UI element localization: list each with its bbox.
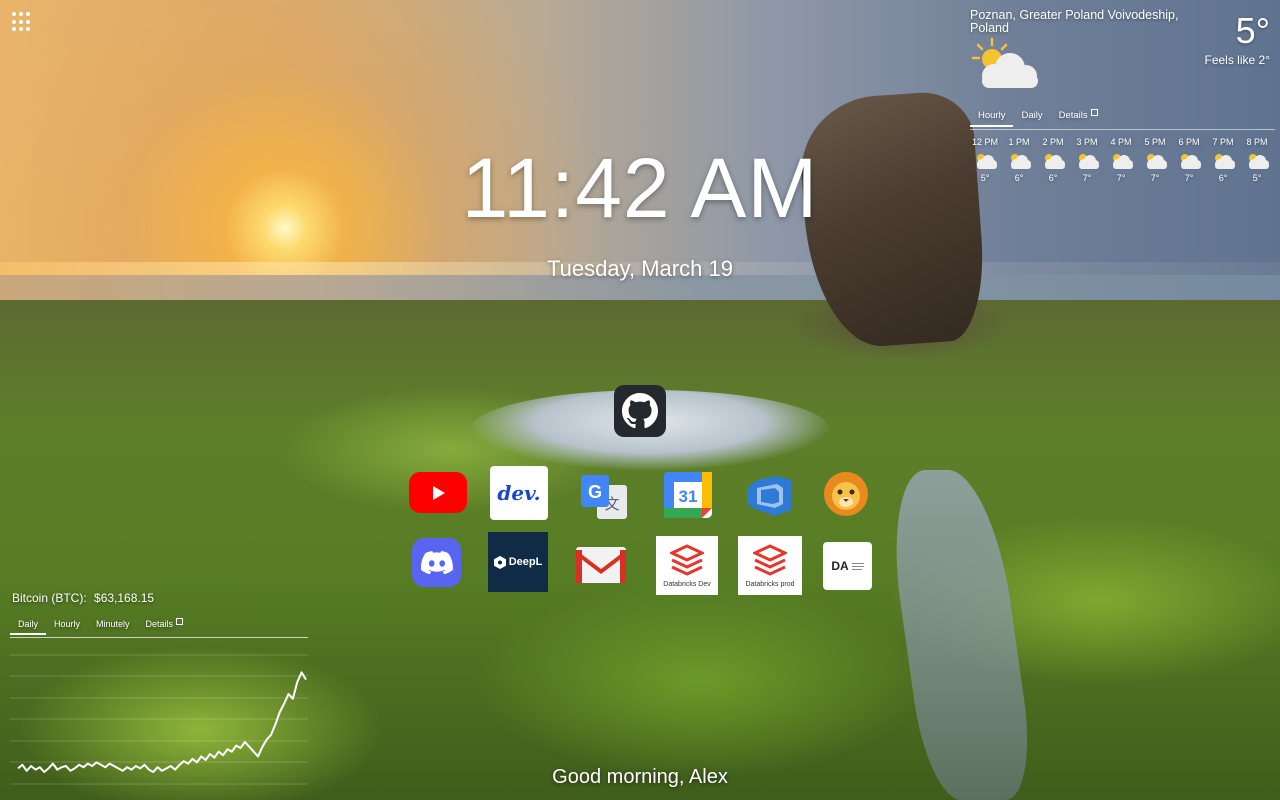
shortcut-google-translate[interactable]: 文 G: [579, 471, 629, 521]
shortcut-lion[interactable]: [822, 469, 870, 519]
shortcut-deepl[interactable]: DeepL: [488, 532, 548, 592]
hourly-temp: 7°: [1184, 173, 1194, 183]
tab-btc-details[interactable]: Details: [138, 618, 192, 635]
hourly-item: 4 PM 7°: [1104, 137, 1138, 183]
github-icon: [622, 393, 658, 429]
clock-date: Tuesday, March 19: [547, 256, 733, 281]
shortcut-da[interactable]: DA: [823, 542, 872, 590]
external-link-icon: [176, 618, 184, 625]
weather-widget: Poznan, Greater Poland Voivodeship, Pola…: [965, 0, 1280, 200]
databricks-dev-label: Databricks Dev: [663, 580, 711, 588]
partly-cloudy-icon: [1045, 154, 1065, 169]
partly-cloudy-icon: [1079, 154, 1099, 169]
hourly-time: 7 PM: [1212, 137, 1234, 147]
hourly-item: 2 PM 6°: [1036, 137, 1070, 183]
tab-daily[interactable]: Daily: [1013, 110, 1050, 127]
shortcut-dev[interactable]: dev.: [490, 466, 548, 520]
shortcut-databricks-prod[interactable]: Databricks prod: [738, 536, 802, 595]
lion-icon: [824, 472, 868, 516]
svg-text:G: G: [588, 482, 602, 502]
weather-tabs: Hourly Daily Details: [970, 109, 1106, 127]
da-icon: DA: [831, 559, 849, 573]
hourly-temp: 6°: [1048, 173, 1058, 183]
hourly-forecast: 12 PM 5° 1 PM 6° 2 PM 6° 3 PM 7° 4 PM 7° 5 PM 7° 6 P…: [968, 137, 1280, 183]
hourly-item: 6 PM 7°: [1172, 137, 1206, 183]
hourly-item: 12 PM 5°: [968, 137, 1002, 183]
gmail-icon: [576, 547, 626, 583]
deepl-label: DeepL: [508, 556, 543, 568]
dev-icon: dev.: [497, 481, 541, 505]
databricks-icon: [670, 543, 704, 576]
weather-location: Poznan, Greater Poland Voivodeship, Pola…: [970, 8, 1179, 35]
discord-icon: [420, 550, 453, 574]
bitcoin-tabs: Daily Hourly Minutely Details: [10, 618, 192, 635]
shortcut-youtube[interactable]: [409, 472, 467, 513]
hourly-item: 8 PM 5°: [1240, 137, 1274, 183]
partly-cloudy-icon: [971, 37, 1038, 88]
hourly-temp: 6°: [1218, 173, 1228, 183]
deepl-icon: [493, 555, 506, 569]
shortcut-github[interactable]: [614, 385, 666, 437]
shortcut-databricks-dev[interactable]: Databricks Dev: [656, 536, 718, 595]
hourly-time: 6 PM: [1178, 137, 1200, 147]
hourly-time: 4 PM: [1110, 137, 1132, 147]
databricks-prod-label: Databricks prod: [745, 580, 795, 588]
azure-devops-icon: [747, 476, 791, 516]
weather-temperature: 5°: [1235, 10, 1270, 51]
da-small-text-icon: [851, 562, 864, 570]
hourly-time: 2 PM: [1042, 137, 1064, 147]
partly-cloudy-icon: [1011, 154, 1031, 169]
hourly-time: 5 PM: [1144, 137, 1166, 147]
partly-cloudy-icon: [1147, 154, 1167, 169]
hourly-temp: 7°: [1082, 173, 1092, 183]
bitcoin-price-line: [17, 671, 307, 773]
shortcut-gmail[interactable]: [574, 545, 628, 585]
hourly-time: 12 PM: [971, 137, 998, 147]
hourly-item: 5 PM 7°: [1138, 137, 1172, 183]
hourly-item: 7 PM 6°: [1206, 137, 1240, 183]
google-translate-icon: 文 G: [581, 475, 627, 519]
partly-cloudy-icon: [1249, 154, 1269, 169]
hourly-item: 1 PM 6°: [1002, 137, 1036, 183]
google-calendar-icon: 31: [664, 472, 712, 518]
external-link-icon: [1090, 109, 1098, 116]
hourly-temp: 7°: [1116, 173, 1126, 183]
hourly-temp: 7°: [1150, 173, 1160, 183]
hourly-temp: 5°: [1252, 173, 1262, 183]
bitcoin-label: Bitcoin (BTC):: [12, 591, 87, 605]
apps-grid-icon[interactable]: [12, 12, 32, 32]
bitcoin-price: $63,168.15: [94, 591, 155, 605]
databricks-icon: [753, 543, 787, 576]
weather-feels-like: Feels like 2°: [1204, 53, 1271, 67]
tab-btc-details-label: Details: [145, 619, 174, 629]
hourly-item: 3 PM 7°: [1070, 137, 1104, 183]
hourly-temp: 6°: [1014, 173, 1024, 183]
bitcoin-title: Bitcoin (BTC): $63,168.15: [12, 591, 154, 605]
youtube-icon: [433, 485, 445, 500]
hourly-temp: 5°: [980, 173, 990, 183]
tab-btc-hourly[interactable]: Hourly: [46, 619, 88, 635]
shortcut-google-calendar[interactable]: 31: [662, 470, 714, 520]
tab-btc-minutely[interactable]: Minutely: [88, 619, 138, 635]
calendar-day-number: 31: [679, 487, 698, 506]
partly-cloudy-icon: [1181, 154, 1201, 169]
weather-divider: [970, 129, 1275, 130]
partly-cloudy-icon: [1215, 154, 1235, 169]
shortcut-discord[interactable]: [412, 538, 461, 587]
hourly-time: 3 PM: [1076, 137, 1098, 147]
hourly-time: 1 PM: [1008, 137, 1030, 147]
tab-details-label: Details: [1058, 110, 1088, 121]
shortcut-azure-devops[interactable]: [745, 474, 793, 518]
tab-hourly[interactable]: Hourly: [970, 110, 1014, 127]
tab-details[interactable]: Details: [1051, 109, 1106, 127]
partly-cloudy-icon: [977, 154, 997, 169]
partly-cloudy-icon: [1113, 154, 1133, 169]
tab-btc-daily[interactable]: Daily: [10, 619, 47, 635]
greeting-text: Good morning, Alex: [552, 766, 728, 788]
hourly-time: 8 PM: [1246, 137, 1268, 147]
